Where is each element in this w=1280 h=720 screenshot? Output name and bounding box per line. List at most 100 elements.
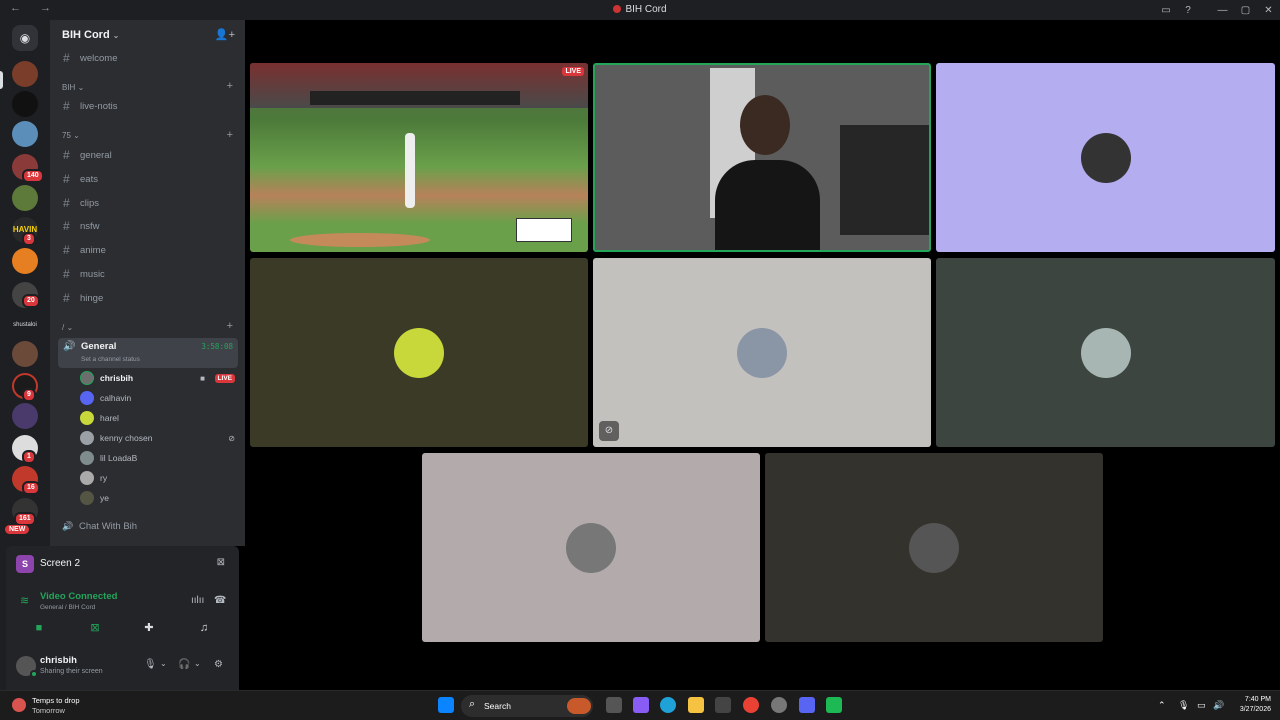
camera-tile-chrisbih[interactable] — [593, 63, 931, 252]
add-channel-icon[interactable]: + — [227, 80, 233, 92]
voice-user-calhavin[interactable]: calhavin — [80, 390, 235, 406]
copilot-icon[interactable] — [633, 697, 649, 713]
avatar — [80, 451, 94, 465]
weather-icon[interactable] — [12, 698, 26, 712]
server-icon-9[interactable]: shustaloi — [12, 312, 38, 338]
voice-user-kenny-chosen[interactable]: kenny chosen ⊘ — [80, 430, 235, 446]
server-icon-3[interactable] — [12, 121, 38, 147]
channel-nsfw[interactable]: # nsfw — [63, 218, 100, 234]
stream-tile-baseball[interactable]: LIVE — [250, 63, 588, 252]
discord-home-icon[interactable]: ◉ — [12, 25, 38, 51]
server-icon-5[interactable] — [12, 185, 38, 211]
channel-live-notis[interactable]: # live-notis — [63, 98, 118, 114]
windows-start-icon[interactable] — [438, 697, 454, 713]
clock-date[interactable]: 3/27/2026 — [1232, 706, 1271, 713]
category-75[interactable]: 75 ⌄ — [62, 131, 80, 140]
mic-tray-icon[interactable]: 🎙 — [1178, 700, 1189, 711]
server-icon-10[interactable] — [12, 341, 38, 367]
network-icon[interactable]: ▭ — [1197, 700, 1206, 711]
hash-icon: # — [63, 291, 70, 305]
soundboard-button[interactable]: ♫ — [187, 619, 221, 637]
video-stage: LIVE ⊘ — [245, 20, 1280, 690]
microphone-icon[interactable]: 🎙 — [144, 659, 157, 670]
user-tile-5[interactable]: ⊘ — [593, 258, 931, 447]
close-button[interactable]: ✕ — [1257, 5, 1280, 16]
avatar — [80, 471, 94, 485]
chevron-down-icon[interactable]: ⌄ — [160, 659, 167, 668]
muted-icon: ⊘ — [228, 433, 235, 443]
server-icon-2[interactable] — [12, 91, 38, 117]
chrome-icon[interactable] — [743, 697, 759, 713]
edge-icon[interactable] — [660, 697, 676, 713]
player-figure — [405, 133, 415, 208]
noise-suppression-icon[interactable]: ıılıı — [191, 595, 204, 606]
disconnect-icon[interactable]: ☎ — [214, 595, 226, 606]
inbox-icon[interactable]: ▭ — [1155, 5, 1177, 16]
add-channel-icon[interactable]: + — [227, 320, 233, 332]
guild-header[interactable]: BIH Cord ⌄ — [62, 29, 119, 41]
screen-share-panel: S Screen 2 ⊠ — [6, 546, 239, 582]
camera-button[interactable]: ■ — [22, 619, 56, 637]
category-bih[interactable]: BIH ⌄ — [62, 83, 84, 92]
unread-badge: 16 — [22, 481, 40, 495]
voice-user-lil-loadab[interactable]: lil LoadaB — [80, 450, 235, 466]
live-badge: LIVE — [562, 67, 584, 76]
user-tile-3[interactable] — [936, 63, 1275, 252]
voice-user-ye[interactable]: ye — [80, 490, 235, 506]
connection-status[interactable]: Video Connected — [40, 591, 117, 602]
app-icon-green[interactable] — [826, 697, 842, 713]
server-icon-1[interactable] — [12, 61, 38, 87]
channel-hinge[interactable]: # hinge — [63, 290, 103, 306]
volume-icon[interactable]: 🔊 — [1213, 700, 1224, 711]
minimize-button[interactable]: — — [1211, 5, 1234, 16]
hash-icon: # — [63, 267, 70, 281]
add-channel-icon[interactable]: + — [227, 129, 233, 141]
channel-clips[interactable]: # clips — [63, 195, 99, 211]
chevron-down-icon[interactable]: ⌄ — [194, 659, 201, 668]
store-icon[interactable] — [715, 697, 731, 713]
screen-icon: S — [16, 555, 34, 573]
server-icon-7[interactable] — [12, 248, 38, 274]
stop-stream-icon[interactable]: ⊠ — [217, 557, 225, 568]
taskbar-search[interactable]: ⌕ Search — [461, 695, 593, 717]
user-tile-8[interactable] — [765, 453, 1103, 642]
channel-eats[interactable]: # eats — [63, 171, 98, 187]
connection-location: General / BIH Cord — [40, 604, 96, 611]
speaker-icon: 🔊 — [63, 341, 76, 352]
hash-icon: # — [63, 148, 70, 162]
username: chrisbih — [40, 655, 77, 666]
file-explorer-icon[interactable] — [688, 697, 704, 713]
user-tile-7[interactable] — [422, 453, 760, 642]
set-channel-status[interactable]: Set a channel status — [81, 356, 140, 363]
voice-user-harel[interactable]: harel — [80, 410, 235, 426]
app-icon[interactable] — [771, 697, 787, 713]
tray-overflow-icon[interactable]: ⌃ — [1158, 700, 1166, 711]
channel-welcome[interactable]: # welcome — [63, 50, 118, 66]
server-icon-12[interactable] — [12, 403, 38, 429]
clock-time[interactable]: 7:40 PM — [1238, 696, 1271, 703]
unread-badge: 1 — [22, 450, 36, 464]
voice-user-chrisbih[interactable]: chrisbih ■ LIVE — [80, 370, 235, 386]
channel-anime[interactable]: # anime — [63, 242, 106, 258]
channel-general[interactable]: # general — [63, 147, 112, 163]
background-furniture — [840, 125, 929, 235]
screen-share-button[interactable]: ⊠ — [78, 619, 112, 637]
person-head — [740, 95, 790, 155]
add-member-icon[interactable]: 👤+ — [215, 28, 235, 41]
voice-user-ry[interactable]: ry — [80, 470, 235, 486]
avatar — [1080, 327, 1131, 378]
settings-gear-icon[interactable]: ⚙ — [214, 659, 223, 670]
voice-channel-chat-with-bih[interactable]: 🔊 Chat With Bih — [62, 518, 137, 534]
headphones-icon[interactable]: 🎧 — [178, 659, 190, 670]
category-slash[interactable]: / ⌄ — [62, 323, 73, 332]
new-badge: NEW — [5, 525, 30, 534]
user-tile-4[interactable] — [250, 258, 588, 447]
activities-button[interactable]: ✚ — [132, 619, 166, 637]
task-view-icon[interactable] — [606, 697, 622, 713]
user-tile-6[interactable] — [936, 258, 1275, 447]
channel-music[interactable]: # music — [63, 266, 105, 282]
maximize-button[interactable]: ▢ — [1234, 5, 1257, 16]
help-icon[interactable]: ? — [1177, 5, 1199, 16]
weather-headline[interactable]: Temps to drop — [32, 696, 80, 705]
discord-taskbar-icon[interactable] — [799, 697, 815, 713]
